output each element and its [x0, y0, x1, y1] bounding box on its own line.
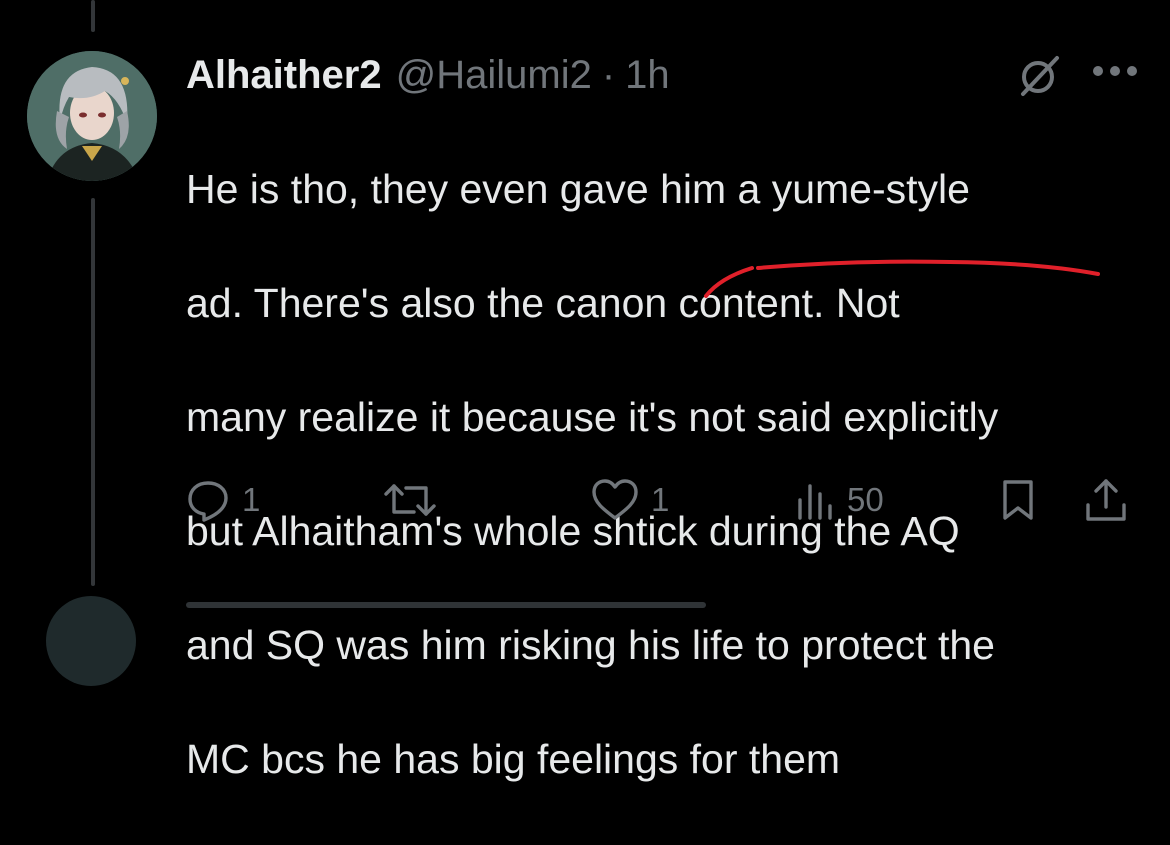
tweet-text-line: MC bcs he has big feelings for them [186, 736, 841, 782]
bookmark-icon [1003, 480, 1033, 520]
more-icon[interactable] [1092, 64, 1138, 78]
thread-line-top [91, 0, 95, 32]
grok-icon[interactable] [1017, 54, 1061, 98]
like-count: 1 [651, 481, 670, 518]
handle-group: @Hailumi2 · 1h [396, 53, 670, 98]
retweet-icon [384, 484, 436, 516]
views-button[interactable]: 50 [795, 474, 884, 526]
next-tweet-avatar[interactable] [46, 596, 136, 686]
views-icon [798, 484, 832, 520]
thread-line-bottom [91, 198, 95, 586]
avatar-image [27, 51, 157, 181]
reply-count: 1 [242, 481, 261, 518]
heart-icon [592, 479, 638, 520]
display-name[interactable]: Alhaither2 [186, 53, 382, 98]
tweet-text-line: many realize it because it's not said ex… [186, 394, 999, 440]
reply-button[interactable]: 1 [186, 474, 260, 526]
action-bar: 1 1 50 [186, 474, 1146, 526]
timestamp[interactable]: 1h [625, 53, 670, 98]
tweet-text-line: and SQ was him risking his life to prote… [186, 622, 995, 668]
separator-dot: · [601, 52, 616, 97]
bookmark-button[interactable] [998, 474, 1038, 526]
views-count: 50 [847, 481, 884, 518]
tweet-text-line: ad. There's also the canon content. Not [186, 280, 900, 326]
handle[interactable]: @Hailumi2 [396, 53, 592, 98]
tweet-header: Alhaither2 @Hailumi2 · 1h [186, 50, 670, 100]
reply-icon [188, 481, 228, 522]
retweet-button[interactable] [384, 474, 448, 526]
tweet-text-line: He is tho, they even gave him a yume-sty… [186, 166, 970, 212]
like-button[interactable]: 1 [591, 474, 669, 526]
share-button[interactable] [1084, 474, 1128, 526]
avatar[interactable] [27, 51, 157, 181]
next-tweet-header-partial [186, 592, 786, 608]
share-icon [1086, 479, 1126, 521]
